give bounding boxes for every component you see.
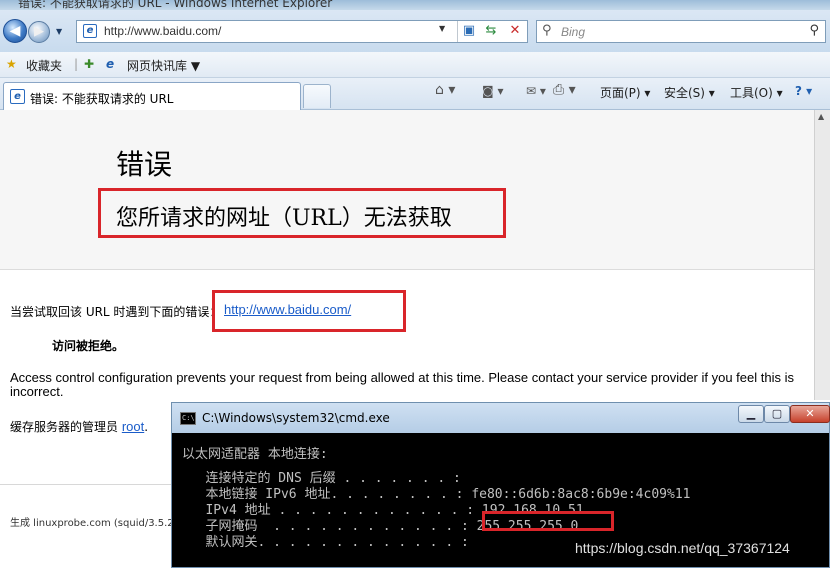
ie-icon: e [106,57,115,71]
highlight-box-ipv4 [482,511,614,531]
web-slice-gallery-button[interactable]: 网页快讯库 ▼ [127,57,200,74]
close-button[interactable]: ✕ [790,405,830,423]
window-title-bar: 错误: 不能获取请求的 URL - Windows Internet Explo… [0,0,830,10]
address-divider [457,21,458,42]
favorites-bar: ★ 收藏夹 | ✚ e 网页快讯库 ▼ [0,52,830,78]
admin-link[interactable]: root [122,419,144,434]
favorites-button[interactable]: 收藏夹 [26,57,62,74]
maximize-button[interactable]: ▢ [764,405,790,423]
cmd-title-bar[interactable]: C:\ C:\Windows\system32\cmd.exe ▁ ▢ ✕ [172,403,830,433]
tab-title: 错误: 不能获取请求的 URL [30,92,174,106]
admin-suffix: . [144,420,149,434]
address-bar[interactable]: e http://www.baidu.com/ ▼ ▣ ⇆ ✕ [76,20,528,43]
divider: | [74,57,79,71]
star-icon[interactable]: ★ [6,57,17,71]
stop-button[interactable]: ✕ [505,22,525,41]
new-tab-button[interactable] [303,84,331,108]
error-header: 错误 您所请求的网址（URL）无法获取 [0,110,830,270]
window-title: 错误: 不能获取请求的 URL - Windows Internet Explo… [18,0,333,10]
cmd-icon: C:\ [180,412,196,425]
access-denied-text: 访问被拒绝。 [52,339,125,353]
help-icon[interactable]: ? ▾ [795,84,812,98]
safety-menu-button[interactable]: 安全(S) ▾ [664,84,715,101]
tools-menu-button[interactable]: 工具(O) ▾ [730,84,783,101]
error-subheading: 您所请求的网址（URL）无法获取 [116,206,452,231]
forward-button[interactable]: ▶ [28,21,50,43]
cmd-output[interactable]: 以太网适配器 本地连接: 连接特定的 DNS 后缀 . . . . . . . … [182,437,822,551]
tab-bar: e 错误: 不能获取请求的 URL ⌂ ▾ ◙ ▾ ✉ ▾ ⎙ ▾ 页面(P) … [0,78,830,110]
footer-text: 生成 linuxprobe.com (squid/3.5.2 [10,518,174,529]
minimize-button[interactable]: ▁ [738,405,764,423]
admin-line: 缓存服务器的管理员 root. [10,418,148,435]
navigation-bar: ◀ ▶ ▼ e http://www.baidu.com/ ▼ ▣ ⇆ ✕ ⚲ … [0,10,830,52]
ie-page-icon: e [10,89,25,104]
search-go-icon[interactable]: ⚲ [809,23,819,38]
cmd-line: 以太网适配器 本地连接: [182,447,328,462]
cmd-line: 连接特定的 DNS 后缀 . . . . . . . : [182,471,461,486]
mail-icon[interactable]: ✉ ▾ [526,84,546,98]
scroll-up-icon[interactable]: ▲ [818,112,824,121]
home-icon[interactable]: ⌂ ▾ [435,82,455,98]
search-icon: ⚲ [542,23,552,38]
compatibility-view-button[interactable]: ▣ [459,22,479,41]
ie-page-icon: e [83,24,97,38]
search-placeholder[interactable]: Bing [561,25,585,39]
recent-pages-dropdown[interactable]: ▼ [56,27,62,36]
page-menu-button[interactable]: 页面(P) ▾ [600,84,650,101]
error-heading: 错误 [116,148,173,181]
address-url[interactable]: http://www.baidu.com/ [104,24,221,38]
vertical-scrollbar[interactable]: ▲ [814,110,830,400]
access-control-message: Access control configuration prevents yo… [10,370,794,399]
watermark-text: https://blog.csdn.net/qq_37367124 [575,540,790,556]
attempt-text: 当尝试取回该 URL 时遇到下面的错误： [10,305,222,319]
back-button[interactable]: ◀ [3,19,27,43]
requested-url-link[interactable]: http://www.baidu.com/ [224,302,351,317]
highlight-box-subheading: 您所请求的网址（URL）无法获取 [98,188,506,238]
feeds-icon[interactable]: ◙ ▾ [482,84,503,98]
print-icon[interactable]: ⎙ ▾ [553,82,576,98]
add-favorite-icon[interactable]: ✚ [84,57,94,71]
cmd-line: 本地链接 IPv6 地址. . . . . . . . : fe80::6d6b… [182,487,691,502]
refresh-button[interactable]: ⇆ [481,22,501,41]
tab-active[interactable]: e 错误: 不能获取请求的 URL [3,82,301,110]
address-dropdown-icon[interactable]: ▼ [439,24,445,33]
cmd-title: C:\Windows\system32\cmd.exe [202,411,390,425]
footer-divider [0,484,175,485]
admin-text: 缓存服务器的管理员 [10,420,122,434]
search-box[interactable]: ⚲ Bing ⚲ [536,20,826,43]
